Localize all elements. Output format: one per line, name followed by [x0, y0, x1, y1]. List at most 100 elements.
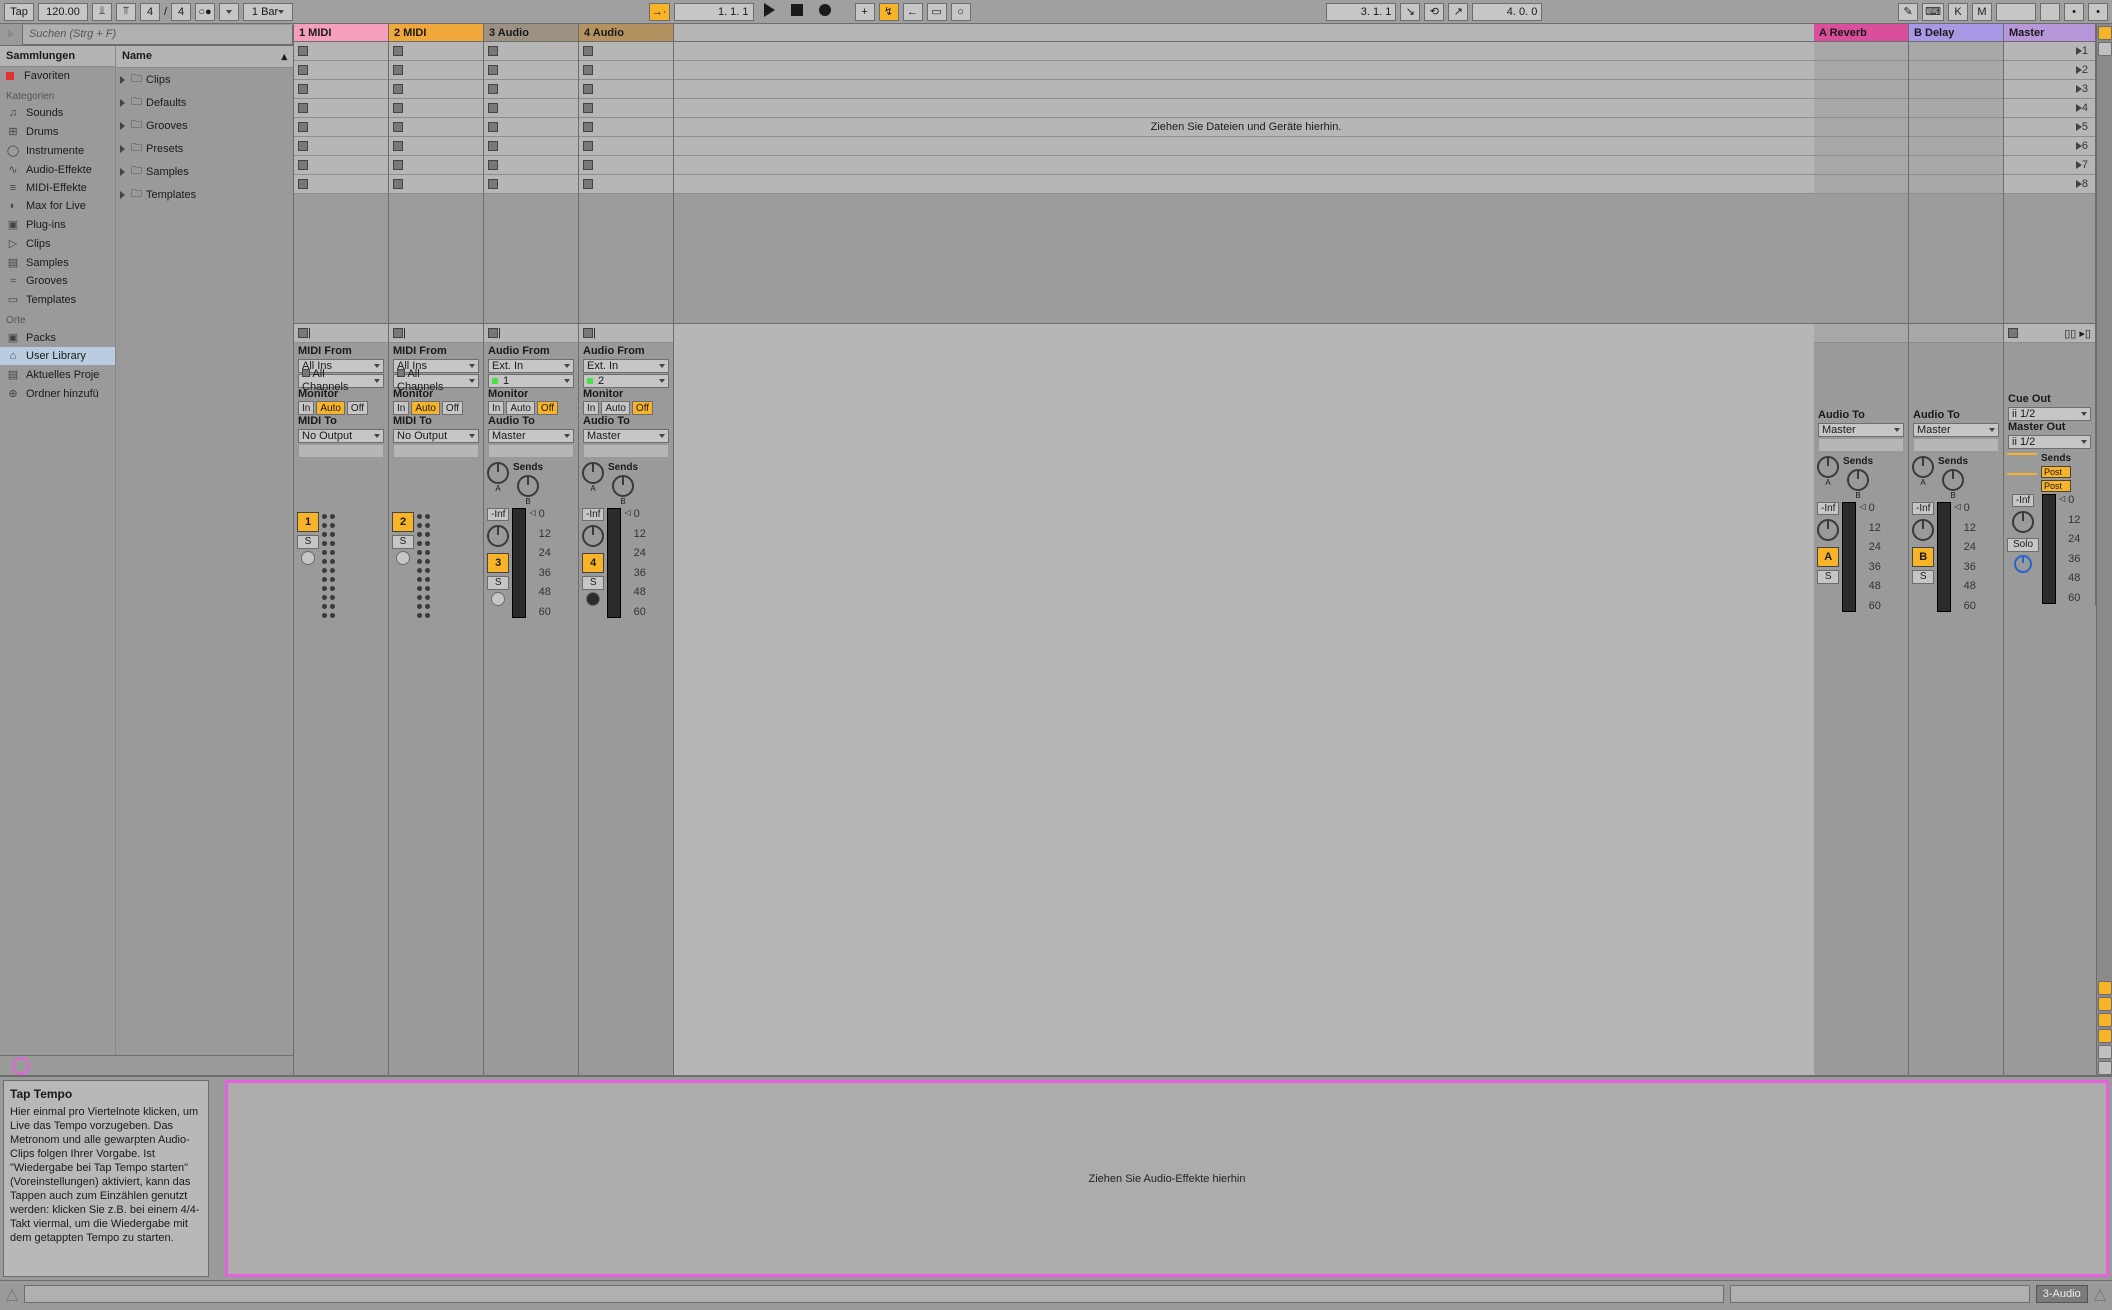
input-channel-select[interactable]: All Channels [393, 374, 479, 388]
song-position[interactable]: 1. 1. 1 [674, 3, 754, 21]
clip-slot[interactable] [579, 137, 673, 156]
scene-launch-4[interactable]: 4 [2004, 99, 2095, 118]
track-activator[interactable]: B [1912, 547, 1934, 567]
input-channel-select[interactable]: All Channels [298, 374, 384, 388]
master-out-select[interactable]: ii 1/2 [2008, 435, 2091, 449]
detail-toggle[interactable] [2098, 1061, 2112, 1075]
category-sounds[interactable]: ♫Sounds [0, 104, 115, 122]
input-channel-select[interactable]: 2 [583, 374, 669, 388]
track-activator[interactable]: 4 [582, 553, 604, 573]
view-option-1[interactable] [2098, 42, 2112, 56]
master-pan-knob[interactable] [2012, 511, 2034, 533]
status-field-1[interactable] [24, 1285, 1723, 1303]
selected-track-chip[interactable]: 3-Audio [2036, 1285, 2088, 1303]
clip-slot[interactable] [389, 156, 483, 175]
draw-mode[interactable]: ✎ [1898, 3, 1918, 21]
monitor-off[interactable]: Off [632, 401, 653, 415]
clip-slot[interactable] [294, 137, 388, 156]
place-1[interactable]: ⌂User Library [0, 347, 115, 365]
disclosure-triangle-icon[interactable] [120, 99, 125, 107]
disclosure-triangle-icon[interactable] [120, 145, 125, 153]
sig-denominator[interactable]: 4 [171, 3, 191, 21]
punch-out[interactable]: ↗ [1448, 3, 1468, 21]
reenable-automation[interactable]: ← [903, 3, 923, 21]
clip-slot[interactable] [389, 80, 483, 99]
post-toggle-b[interactable]: Post [2041, 480, 2071, 492]
send-a-knob[interactable] [487, 462, 509, 484]
pan-knob[interactable] [487, 525, 509, 547]
clip-slot[interactable] [579, 99, 673, 118]
category-max for live[interactable]: ◐Max for Live [0, 197, 115, 215]
status-triangle-left[interactable]: △ [6, 1284, 18, 1304]
track-drop-zone[interactable]: Ziehen Sie Dateien und Geräte hierhin. [674, 24, 1814, 1075]
cue-out-select[interactable]: ii 1/2 [2008, 407, 2091, 421]
empty-scene-row[interactable] [674, 99, 1814, 118]
favorites-item[interactable]: Favoriten [0, 67, 115, 85]
disclosure-triangle-icon[interactable] [120, 191, 125, 199]
send-a-knob[interactable] [1817, 456, 1839, 478]
category-templates[interactable]: ▭Templates [0, 290, 115, 309]
input-type-select[interactable]: Ext. In [488, 359, 574, 373]
mixer-section-toggle[interactable] [2098, 1029, 2112, 1043]
scene-launch-7[interactable]: 7 [2004, 156, 2095, 175]
volume-display[interactable]: -Inf [487, 508, 509, 521]
search-field[interactable]: Suchen (Strg + F) [22, 25, 293, 45]
pan-knob[interactable] [1817, 519, 1839, 541]
status-triangle-right[interactable]: △ [2094, 1284, 2106, 1304]
link-icon[interactable] [12, 1057, 30, 1075]
return-output-select[interactable]: Master [1913, 423, 1999, 437]
clip-slot[interactable] [389, 175, 483, 194]
session-arrangement-toggle[interactable] [2098, 26, 2112, 40]
clip-slot[interactable] [484, 175, 578, 194]
computer-midi[interactable]: ⌨ [1922, 3, 1944, 21]
monitor-off[interactable]: Off [347, 401, 368, 415]
stop-button[interactable] [791, 4, 803, 19]
quantize-select[interactable]: 1 Bar [243, 3, 293, 21]
clip-slot[interactable] [579, 156, 673, 175]
output-select[interactable]: Master [488, 429, 574, 443]
category-instrumente[interactable]: ◯Instrumente [0, 141, 115, 160]
place-3[interactable]: ⊕Ordner hinzufü [0, 384, 115, 403]
empty-scene-row[interactable]: Ziehen Sie Dateien und Geräte hierhin. [674, 118, 1814, 137]
tempo-field[interactable]: 120.00 [38, 3, 88, 21]
scene-launch-1[interactable]: 1 [2004, 42, 2095, 61]
monitor-auto[interactable]: Auto [506, 401, 535, 415]
play-button[interactable] [764, 3, 775, 20]
empty-scene-row[interactable] [674, 61, 1814, 80]
clip-slot[interactable] [484, 156, 578, 175]
clip-slot[interactable] [389, 99, 483, 118]
return-output-channel[interactable] [1913, 438, 1999, 452]
pan-knob[interactable] [582, 525, 604, 547]
stop-all-slot[interactable]: | [484, 324, 578, 343]
solo-button[interactable]: S [1817, 570, 1839, 584]
send-b-knob[interactable] [612, 475, 634, 497]
stop-all-slot[interactable]: | [294, 324, 388, 343]
scene-launch-3[interactable]: 3 [2004, 80, 2095, 99]
folder-samples[interactable]: 🗀Samples [116, 160, 293, 183]
output-channel-select[interactable] [298, 444, 384, 458]
input-type-select[interactable]: Ext. In [583, 359, 669, 373]
volume-display[interactable]: -Inf [582, 508, 604, 521]
send-a-knob[interactable] [582, 462, 604, 484]
place-2[interactable]: ▤Aktuelles Proje [0, 365, 115, 384]
solo-button[interactable]: S [1912, 570, 1934, 584]
return-header[interactable]: B Delay [1909, 24, 2003, 42]
track-header[interactable]: 1 MIDI [294, 24, 388, 42]
clip-slot[interactable] [294, 175, 388, 194]
clip-slot[interactable] [294, 99, 388, 118]
loop-toggle[interactable]: ⟲ [1424, 3, 1444, 21]
send-b-knob[interactable] [517, 475, 539, 497]
folder-defaults[interactable]: 🗀Defaults [116, 91, 293, 114]
solo-button[interactable]: S [582, 576, 604, 590]
tap-button[interactable]: Tap [4, 3, 34, 21]
clip-slot[interactable] [579, 175, 673, 194]
place-0[interactable]: ▣Packs [0, 328, 115, 347]
sig-numerator[interactable]: 4 [140, 3, 160, 21]
monitor-auto[interactable]: Auto [316, 401, 345, 415]
folder-presets[interactable]: 🗀Presets [116, 137, 293, 160]
solo-button[interactable]: S [487, 576, 509, 590]
stop-all-slot[interactable]: | [389, 324, 483, 343]
midi-map[interactable]: M [1972, 3, 1992, 21]
monitor-off[interactable]: Off [442, 401, 463, 415]
track-activator[interactable]: 1 [297, 512, 319, 532]
